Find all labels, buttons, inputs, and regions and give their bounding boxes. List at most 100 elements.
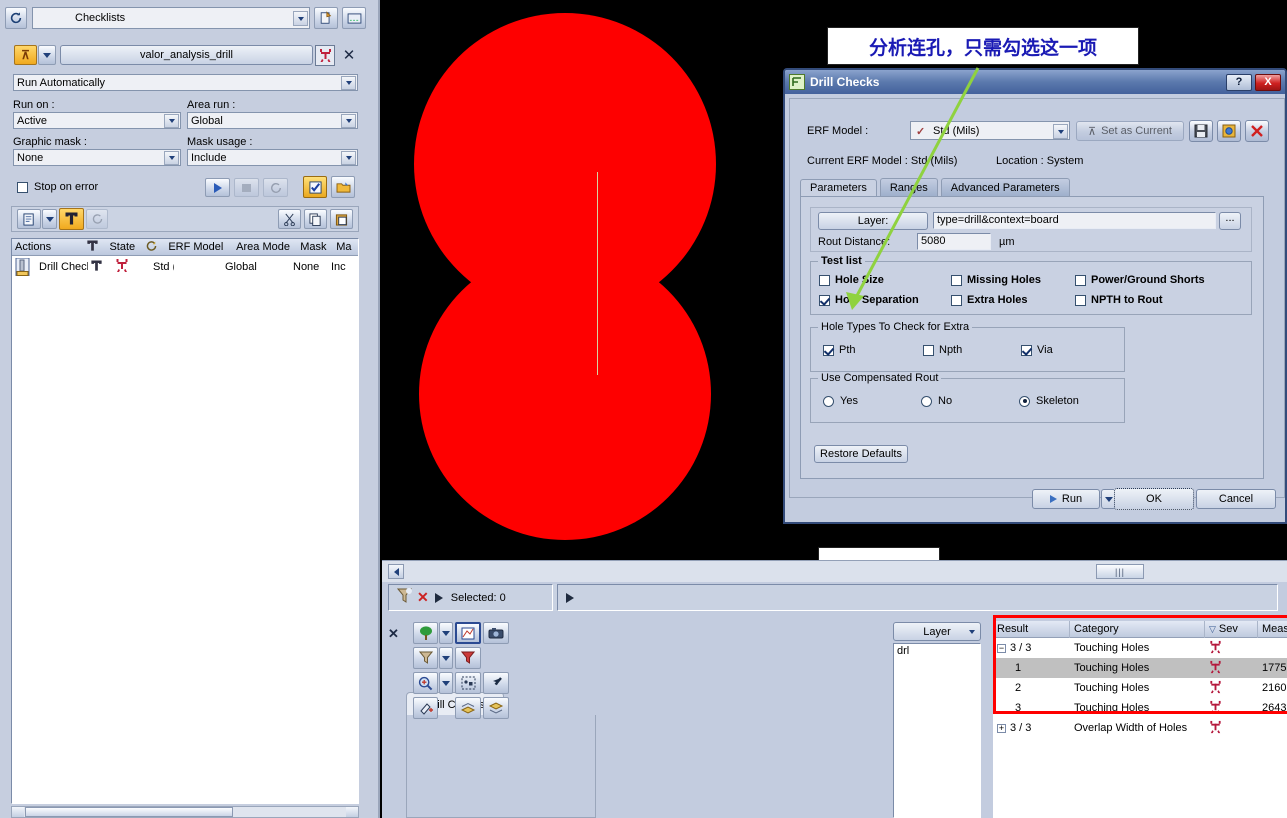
checkbox-pth[interactable]: Pth (823, 344, 856, 356)
help-button[interactable]: ? (1226, 73, 1252, 91)
checkbox-npth[interactable]: Npth (923, 344, 962, 356)
paint-add-icon[interactable] (413, 697, 438, 719)
ok-button[interactable]: OK (1114, 488, 1194, 510)
column-meas[interactable]: Meas (1258, 621, 1287, 638)
close-icon[interactable]: ✕ (388, 626, 399, 642)
canvas-hscrollbar[interactable]: ||| (382, 560, 1287, 582)
add-action-icon[interactable] (17, 209, 41, 229)
via-box[interactable] (1021, 344, 1032, 356)
power-ground-shorts-box[interactable] (1075, 274, 1086, 286)
column-mask[interactable]: Mask (297, 241, 333, 253)
filter-icon[interactable]: ▽ (1209, 621, 1216, 637)
tab-advanced-parameters[interactable]: Advanced Parameters (940, 178, 1070, 196)
pin-icon[interactable]: ⊼ (14, 45, 37, 65)
refresh-icon[interactable] (86, 209, 108, 229)
chevron-down-icon[interactable] (439, 672, 453, 694)
yes-radio[interactable] (823, 395, 834, 407)
expand-plus-icon[interactable]: + (997, 723, 1006, 733)
radio-skeleton[interactable]: Skeleton (1019, 395, 1079, 407)
save-as-icon[interactable] (1217, 120, 1241, 142)
chevron-down-icon[interactable] (164, 114, 179, 128)
chevron-down-icon[interactable] (439, 622, 453, 644)
hole-separation-box[interactable] (819, 294, 830, 306)
checkbox-extra-holes[interactable]: Extra Holes (951, 294, 1028, 306)
table-row[interactable]: + 3 / 3 Overlap Width of Holes (993, 718, 1287, 738)
pth-box[interactable] (823, 344, 834, 356)
tab-parameters[interactable]: Parameters (800, 179, 877, 197)
column-category[interactable]: Category (1070, 620, 1205, 638)
filter-icon[interactable] (413, 647, 438, 669)
stop-icon[interactable] (234, 178, 259, 197)
erf-model-combo[interactable]: ✓ Std (Mils) (910, 121, 1070, 140)
filter-red-icon[interactable] (455, 647, 481, 669)
layer-browse-button[interactable]: ... (1219, 212, 1241, 230)
layer-list[interactable]: drl (893, 643, 981, 818)
column-actions[interactable]: Actions (12, 241, 84, 253)
actions-hscrollbar[interactable] (11, 806, 359, 818)
drill-tool-icon[interactable] (84, 239, 107, 255)
run-on-combo[interactable]: Active (13, 112, 181, 129)
missing-holes-box[interactable] (951, 274, 962, 286)
row-result[interactable]: + 3 / 3 (993, 722, 1070, 734)
chevron-down-icon[interactable] (341, 114, 356, 128)
restore-defaults-button[interactable]: Restore Defaults (814, 445, 908, 463)
chevron-down-icon[interactable] (341, 151, 356, 165)
radio-yes[interactable]: Yes (823, 395, 858, 407)
table-row[interactable]: − 3 / 3 Touching Holes (993, 638, 1287, 658)
stop-on-error-checkbox[interactable]: Stop on error (17, 181, 98, 193)
row-result[interactable]: 3 (993, 702, 1070, 714)
tab-ranges[interactable]: Ranges (879, 178, 938, 196)
checkbox-hole-size[interactable]: Hole Size (819, 274, 884, 286)
npth-to-rout-box[interactable] (1075, 294, 1086, 306)
row-result[interactable]: 2 (993, 682, 1070, 694)
list-item[interactable]: drl (894, 644, 980, 658)
checkbox-hole-separation[interactable]: Hole Separation (819, 294, 919, 306)
cut-icon[interactable] (278, 209, 301, 229)
checklist-run-icon[interactable] (303, 176, 327, 198)
checkbox-power-ground-shorts[interactable]: Power/Ground Shorts (1075, 274, 1205, 286)
set-as-current-button[interactable]: ⊼ Set as Current (1076, 121, 1184, 141)
table-row[interactable]: 3 Touching Holes 2643.72 (993, 698, 1287, 718)
stop-on-error-box[interactable] (17, 181, 28, 193)
chevron-down-icon[interactable] (42, 209, 57, 229)
filter-icon[interactable] (395, 586, 415, 609)
chevron-down-icon[interactable] (38, 45, 56, 65)
drill-checks-dialog[interactable]: Drill Checks ? X ERF Model : ✓ Std (Mils… (783, 68, 1287, 524)
checklist-name-button[interactable]: valor_analysis_drill (60, 45, 313, 65)
column-sev[interactable]: ▽ Sev (1205, 620, 1258, 638)
save-icon[interactable] (1189, 120, 1213, 142)
paste-icon[interactable] (330, 209, 353, 229)
chevron-down-icon[interactable] (439, 647, 453, 669)
dialog-titlebar[interactable]: Drill Checks ? X (785, 70, 1285, 94)
scrollbar-right-arrow[interactable] (346, 807, 358, 817)
close-icon[interactable]: ✕ (340, 45, 358, 65)
column-erf-model[interactable]: ERF Model (165, 241, 233, 253)
new-checklist-icon[interactable] (314, 7, 338, 29)
rout-distance-input[interactable]: 5080 (917, 233, 991, 250)
scrollbar-left-arrow[interactable] (12, 807, 24, 817)
no-radio[interactable] (921, 395, 932, 407)
radio-no[interactable]: No (921, 395, 952, 407)
skeleton-radio[interactable] (1019, 395, 1030, 407)
cancel-button[interactable]: Cancel (1196, 489, 1276, 509)
chevron-down-icon[interactable] (164, 151, 179, 165)
graphic-mask-combo[interactable]: None (13, 149, 181, 166)
play-icon[interactable] (205, 178, 230, 197)
run-mode-combo[interactable]: Run Automatically (13, 74, 358, 91)
checkbox-npth-to-rout[interactable]: NPTH to Rout (1075, 294, 1162, 306)
checkbox-via[interactable]: Via (1021, 344, 1053, 356)
red-x-icon[interactable]: ✕ (417, 589, 429, 606)
scrollbar-thumb[interactable] (25, 807, 233, 817)
row-result[interactable]: − 3 / 3 (993, 642, 1070, 654)
chevron-down-icon[interactable] (341, 76, 356, 90)
select-area-icon[interactable] (455, 672, 481, 694)
table-row[interactable]: 1 Touching Holes 1775.33 (993, 658, 1287, 678)
chevron-down-icon[interactable] (293, 11, 308, 26)
play-icon[interactable] (566, 592, 574, 603)
layers-up-icon[interactable] (455, 697, 481, 719)
area-run-combo[interactable]: Global (187, 112, 358, 129)
zoom-in-icon[interactable] (413, 672, 438, 694)
column-area-mode[interactable]: Area Mode (233, 241, 297, 253)
properties-icon[interactable] (342, 7, 366, 29)
state-icon[interactable] (142, 240, 165, 255)
